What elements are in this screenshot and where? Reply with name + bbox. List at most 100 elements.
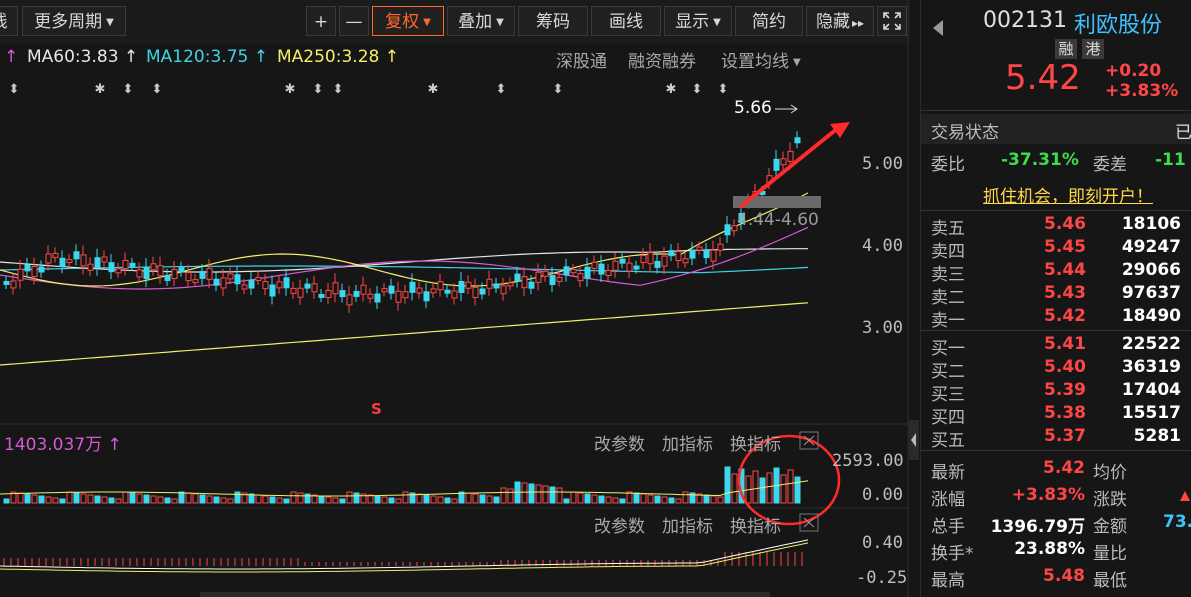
chart-scrollbar[interactable] [200, 592, 770, 597]
candle-body [486, 278, 493, 289]
candle-body [479, 288, 486, 295]
buy-level-price[interactable]: 5.41 [1036, 334, 1086, 354]
latest-value: 5.42 [1043, 458, 1085, 478]
volume-bar [724, 466, 731, 504]
wei-cha-label: 委差 [1093, 155, 1127, 175]
volume-bar [276, 497, 283, 504]
volume-bar [157, 496, 164, 504]
candle-body [227, 273, 234, 280]
candle-body [311, 283, 318, 293]
volume-bar [437, 496, 444, 504]
macd-y-top: 0.40 [862, 533, 903, 553]
event-marker: ⬍ [553, 82, 564, 97]
back-arrow-icon[interactable] [931, 18, 945, 38]
candle-body [437, 281, 444, 291]
candle-body [381, 288, 388, 293]
wei-bi-value: -37.31% [1001, 150, 1079, 170]
amount-value: 73. [1163, 512, 1191, 532]
candle-body [430, 288, 437, 294]
volume-bar [633, 492, 640, 504]
divider [921, 330, 1191, 331]
candle-body [178, 267, 185, 273]
high-value: 5.48 [1043, 566, 1085, 586]
volume-bar [647, 494, 654, 504]
sell-level-price[interactable]: 5.42 [1036, 306, 1086, 326]
volume-bar [220, 497, 227, 504]
gap-range-label: 4.44-4.60 [737, 210, 819, 230]
candle-body [724, 224, 731, 236]
sell-level-price[interactable]: 5.46 [1036, 214, 1086, 234]
sell-level-label: 卖四 [931, 242, 965, 262]
candle-body [248, 279, 255, 289]
candle-body [654, 260, 661, 268]
event-marker: ⬍ [333, 82, 344, 97]
candle-body [542, 270, 549, 277]
volume-bar [38, 495, 45, 504]
candle-body [255, 276, 262, 281]
chevron-left-icon [911, 433, 916, 447]
candle-body [591, 261, 598, 269]
volume-bar [115, 498, 122, 504]
sell-level-label: 卖一 [931, 311, 965, 331]
add-indicator-link[interactable]: 加指标 [662, 512, 713, 537]
candle-body [31, 265, 38, 277]
buy-level-price[interactable]: 5.38 [1036, 403, 1086, 423]
sell-level-price[interactable]: 5.45 [1036, 237, 1086, 257]
panel-collapse-handle[interactable] [909, 420, 919, 460]
kline-chart[interactable]: ⬍ ✱ ⬍ ⬍ ✱ ⬍ ⬍ ✱ ⬍ ⬍ ✱ ⬍ ⬍ [0, 0, 910, 597]
volume-bar [430, 495, 437, 504]
candle-body [710, 249, 717, 262]
volume-bar [129, 492, 136, 504]
candle-body [605, 270, 612, 277]
modify-params-link[interactable]: 改参数 [594, 430, 645, 455]
macd-y-bottom: -0.25 [856, 568, 908, 588]
sell-level-price[interactable]: 5.43 [1036, 283, 1086, 303]
volume-bar [59, 498, 66, 504]
sell-level-price[interactable]: 5.44 [1036, 260, 1086, 280]
candle-body [689, 249, 696, 259]
volume-y-bottom: 0.00 [862, 485, 903, 505]
candle-body [409, 281, 416, 293]
candle-body [346, 294, 353, 306]
candle-body [521, 276, 528, 289]
candle-body [647, 252, 654, 265]
open-account-promo[interactable]: 抓住机会，即刻开户！ [983, 182, 1153, 207]
buy-level-price[interactable]: 5.40 [1036, 357, 1086, 377]
ma20-line [0, 226, 809, 290]
event-marker: ✱ [428, 82, 439, 97]
switch-indicator-link[interactable]: 换指标 [730, 430, 781, 455]
volume-bar [283, 498, 290, 504]
candle-body [199, 270, 206, 279]
candle-body [80, 254, 87, 267]
volume-bar [185, 492, 192, 504]
stock-code: 002131 [983, 8, 1067, 33]
volume-bar [640, 493, 647, 504]
volume-bar [150, 495, 157, 504]
volume-bar [493, 496, 500, 504]
candle-body [402, 291, 409, 299]
candle-body [458, 280, 465, 293]
buy-level-volume: 36319 [1121, 357, 1181, 377]
candle-body [535, 271, 542, 283]
candle-body [143, 267, 150, 280]
add-indicator-link[interactable]: 加指标 [662, 430, 713, 455]
buy-level-volume: 15517 [1121, 403, 1181, 423]
buy-level-label: 买三 [931, 385, 965, 405]
volume-bar [262, 495, 269, 504]
candle-body [619, 258, 626, 264]
total-hand-value: 1396.79万 [990, 517, 1085, 537]
candle-body [10, 280, 17, 289]
divider [921, 210, 1191, 211]
buy-level-label: 买五 [931, 431, 965, 451]
candle-body [493, 283, 500, 289]
volume-bar [395, 498, 402, 504]
switch-indicator-link[interactable]: 换指标 [730, 512, 781, 537]
event-marker: ✱ [285, 82, 296, 97]
candle-body [717, 243, 724, 251]
modify-params-link[interactable]: 改参数 [594, 512, 645, 537]
candle-body [353, 290, 360, 297]
buy-level-price[interactable]: 5.37 [1036, 426, 1086, 446]
event-marker: ⬍ [152, 82, 163, 97]
buy-level-price[interactable]: 5.39 [1036, 380, 1086, 400]
buy-level-label: 买一 [931, 339, 965, 359]
